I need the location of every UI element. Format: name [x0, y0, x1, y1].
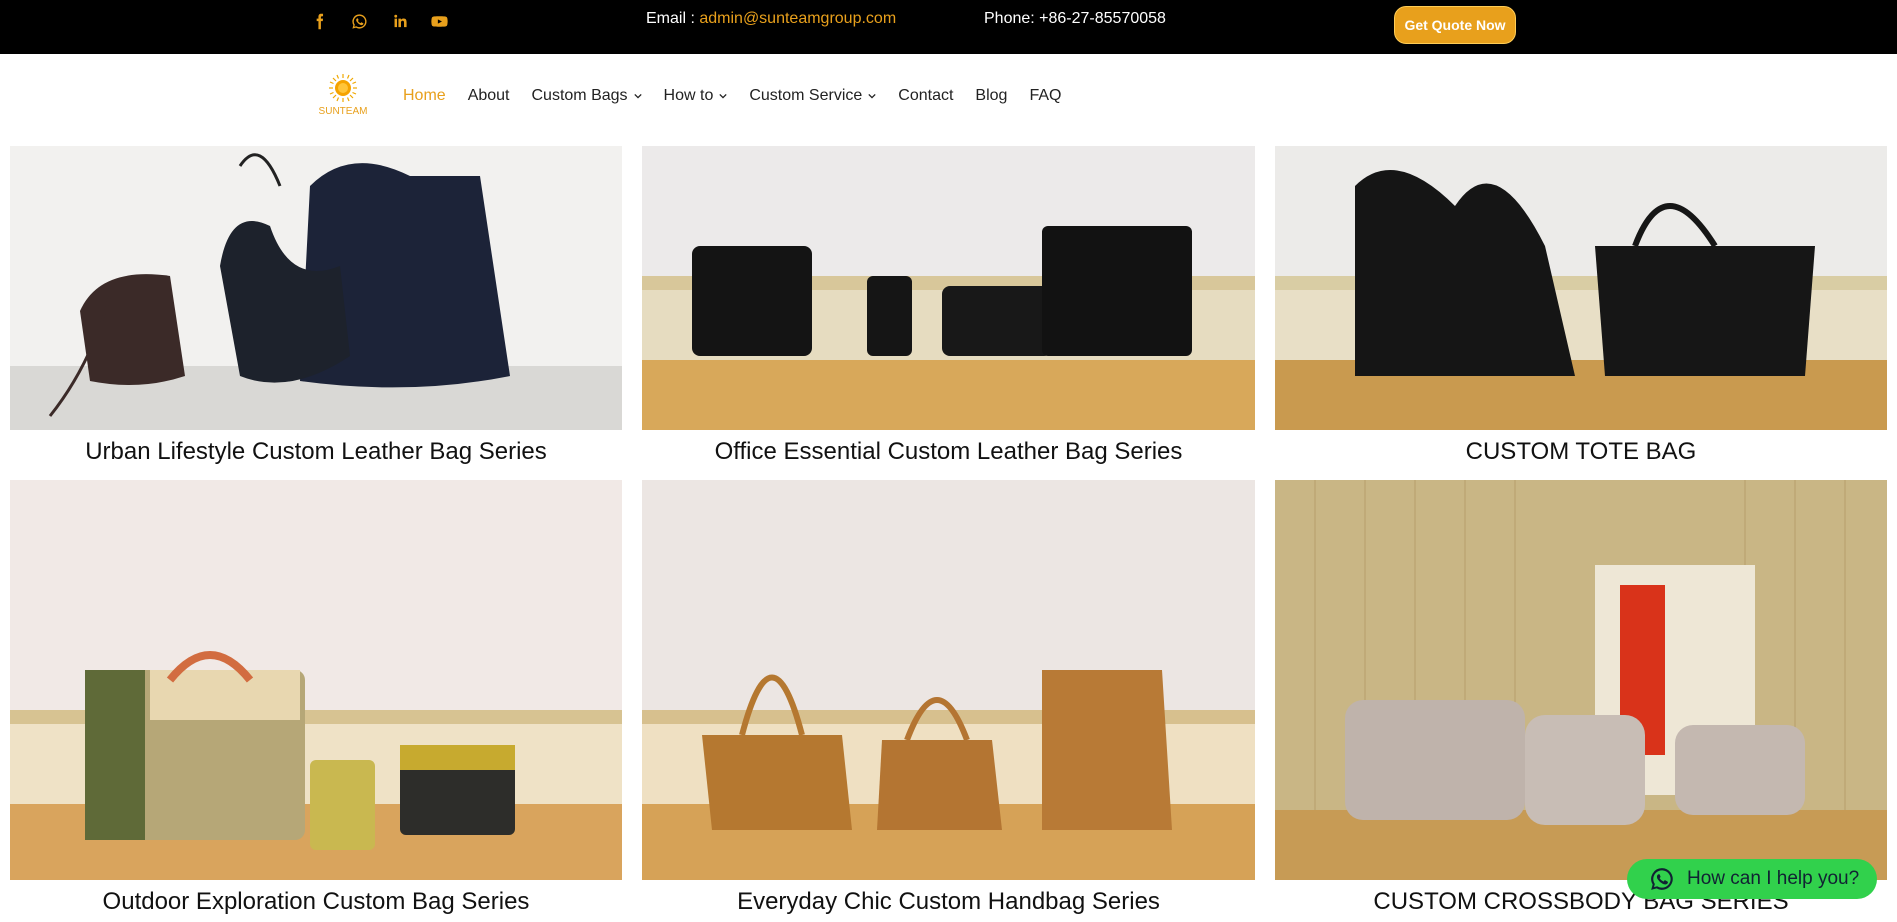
get-quote-button[interactable]: Get Quote Now — [1394, 6, 1516, 44]
logo-text: SUNTEAM — [318, 106, 368, 117]
product-image-custom-tote[interactable] — [1275, 146, 1887, 430]
nav-item-faq[interactable]: FAQ — [1029, 87, 1061, 105]
nav-menu: Home About Custom Bags How to Custom Ser… — [403, 87, 1083, 105]
chevron-down-icon — [719, 93, 727, 99]
nav-item-custom-bags[interactable]: Custom Bags — [532, 87, 642, 105]
nav-item-blog[interactable]: Blog — [975, 87, 1007, 105]
whatsapp-icon — [1651, 868, 1673, 890]
chevron-down-icon — [633, 93, 642, 99]
nav-item-label: FAQ — [1029, 87, 1062, 104]
product-image-urban-lifestyle[interactable] — [10, 146, 622, 430]
nav-item-about[interactable]: About — [468, 87, 510, 105]
chevron-down-icon — [868, 93, 876, 99]
product-image-everyday-chic[interactable] — [642, 480, 1255, 880]
nav-item-label: Home — [403, 87, 446, 104]
nav-item-label: Custom Service — [749, 87, 863, 104]
product-image-office-essential[interactable] — [642, 146, 1255, 430]
product-title[interactable]: CUSTOM TOTE BAG — [1275, 438, 1887, 466]
social-links — [309, 11, 449, 31]
nav-item-label: How to — [663, 87, 714, 104]
nav-item-label: Custom Bags — [531, 87, 628, 104]
nav-item-how-to[interactable]: How to — [664, 87, 728, 105]
nav-item-label: Contact — [898, 87, 954, 104]
product-title[interactable]: Everyday Chic Custom Handbag Series — [642, 888, 1255, 916]
product-title[interactable]: Office Essential Custom Leather Bag Seri… — [642, 438, 1255, 466]
nav-item-custom-service[interactable]: Custom Service — [749, 87, 876, 105]
product-title[interactable]: Urban Lifestyle Custom Leather Bag Serie… — [10, 438, 622, 466]
product-image-outdoor-exploration[interactable] — [10, 480, 622, 880]
product-image-custom-crossbody[interactable] — [1275, 480, 1887, 880]
nav-item-label: Blog — [975, 87, 1008, 104]
nav-item-label: About — [467, 87, 510, 104]
top-bar: Email : admin@sunteamgroup.com Phone: +8… — [0, 0, 1897, 54]
sun-logo-icon — [329, 74, 357, 102]
email-label: Email : — [646, 10, 695, 27]
nav-item-home[interactable]: Home — [403, 87, 446, 105]
facebook-icon[interactable] — [309, 11, 329, 31]
product-title[interactable]: Outdoor Exploration Custom Bag Series — [10, 888, 622, 916]
nav-item-contact[interactable]: Contact — [898, 87, 953, 105]
contact-email: Email : admin@sunteamgroup.com — [646, 10, 896, 28]
contact-phone: Phone: +86-27-85570058 — [984, 10, 1166, 27]
youtube-icon[interactable] — [429, 11, 449, 31]
logo[interactable]: SUNTEAM — [318, 74, 368, 126]
whatsapp-icon[interactable] — [349, 11, 369, 31]
email-link[interactable]: admin@sunteamgroup.com — [699, 10, 896, 27]
linkedin-icon[interactable] — [389, 11, 409, 31]
chat-widget-button[interactable]: How can I help you? — [1627, 859, 1877, 899]
chat-widget-label: How can I help you? — [1687, 868, 1860, 889]
main-navigation-bar: SUNTEAM Home About Custom Bags How to Cu… — [0, 54, 1897, 146]
